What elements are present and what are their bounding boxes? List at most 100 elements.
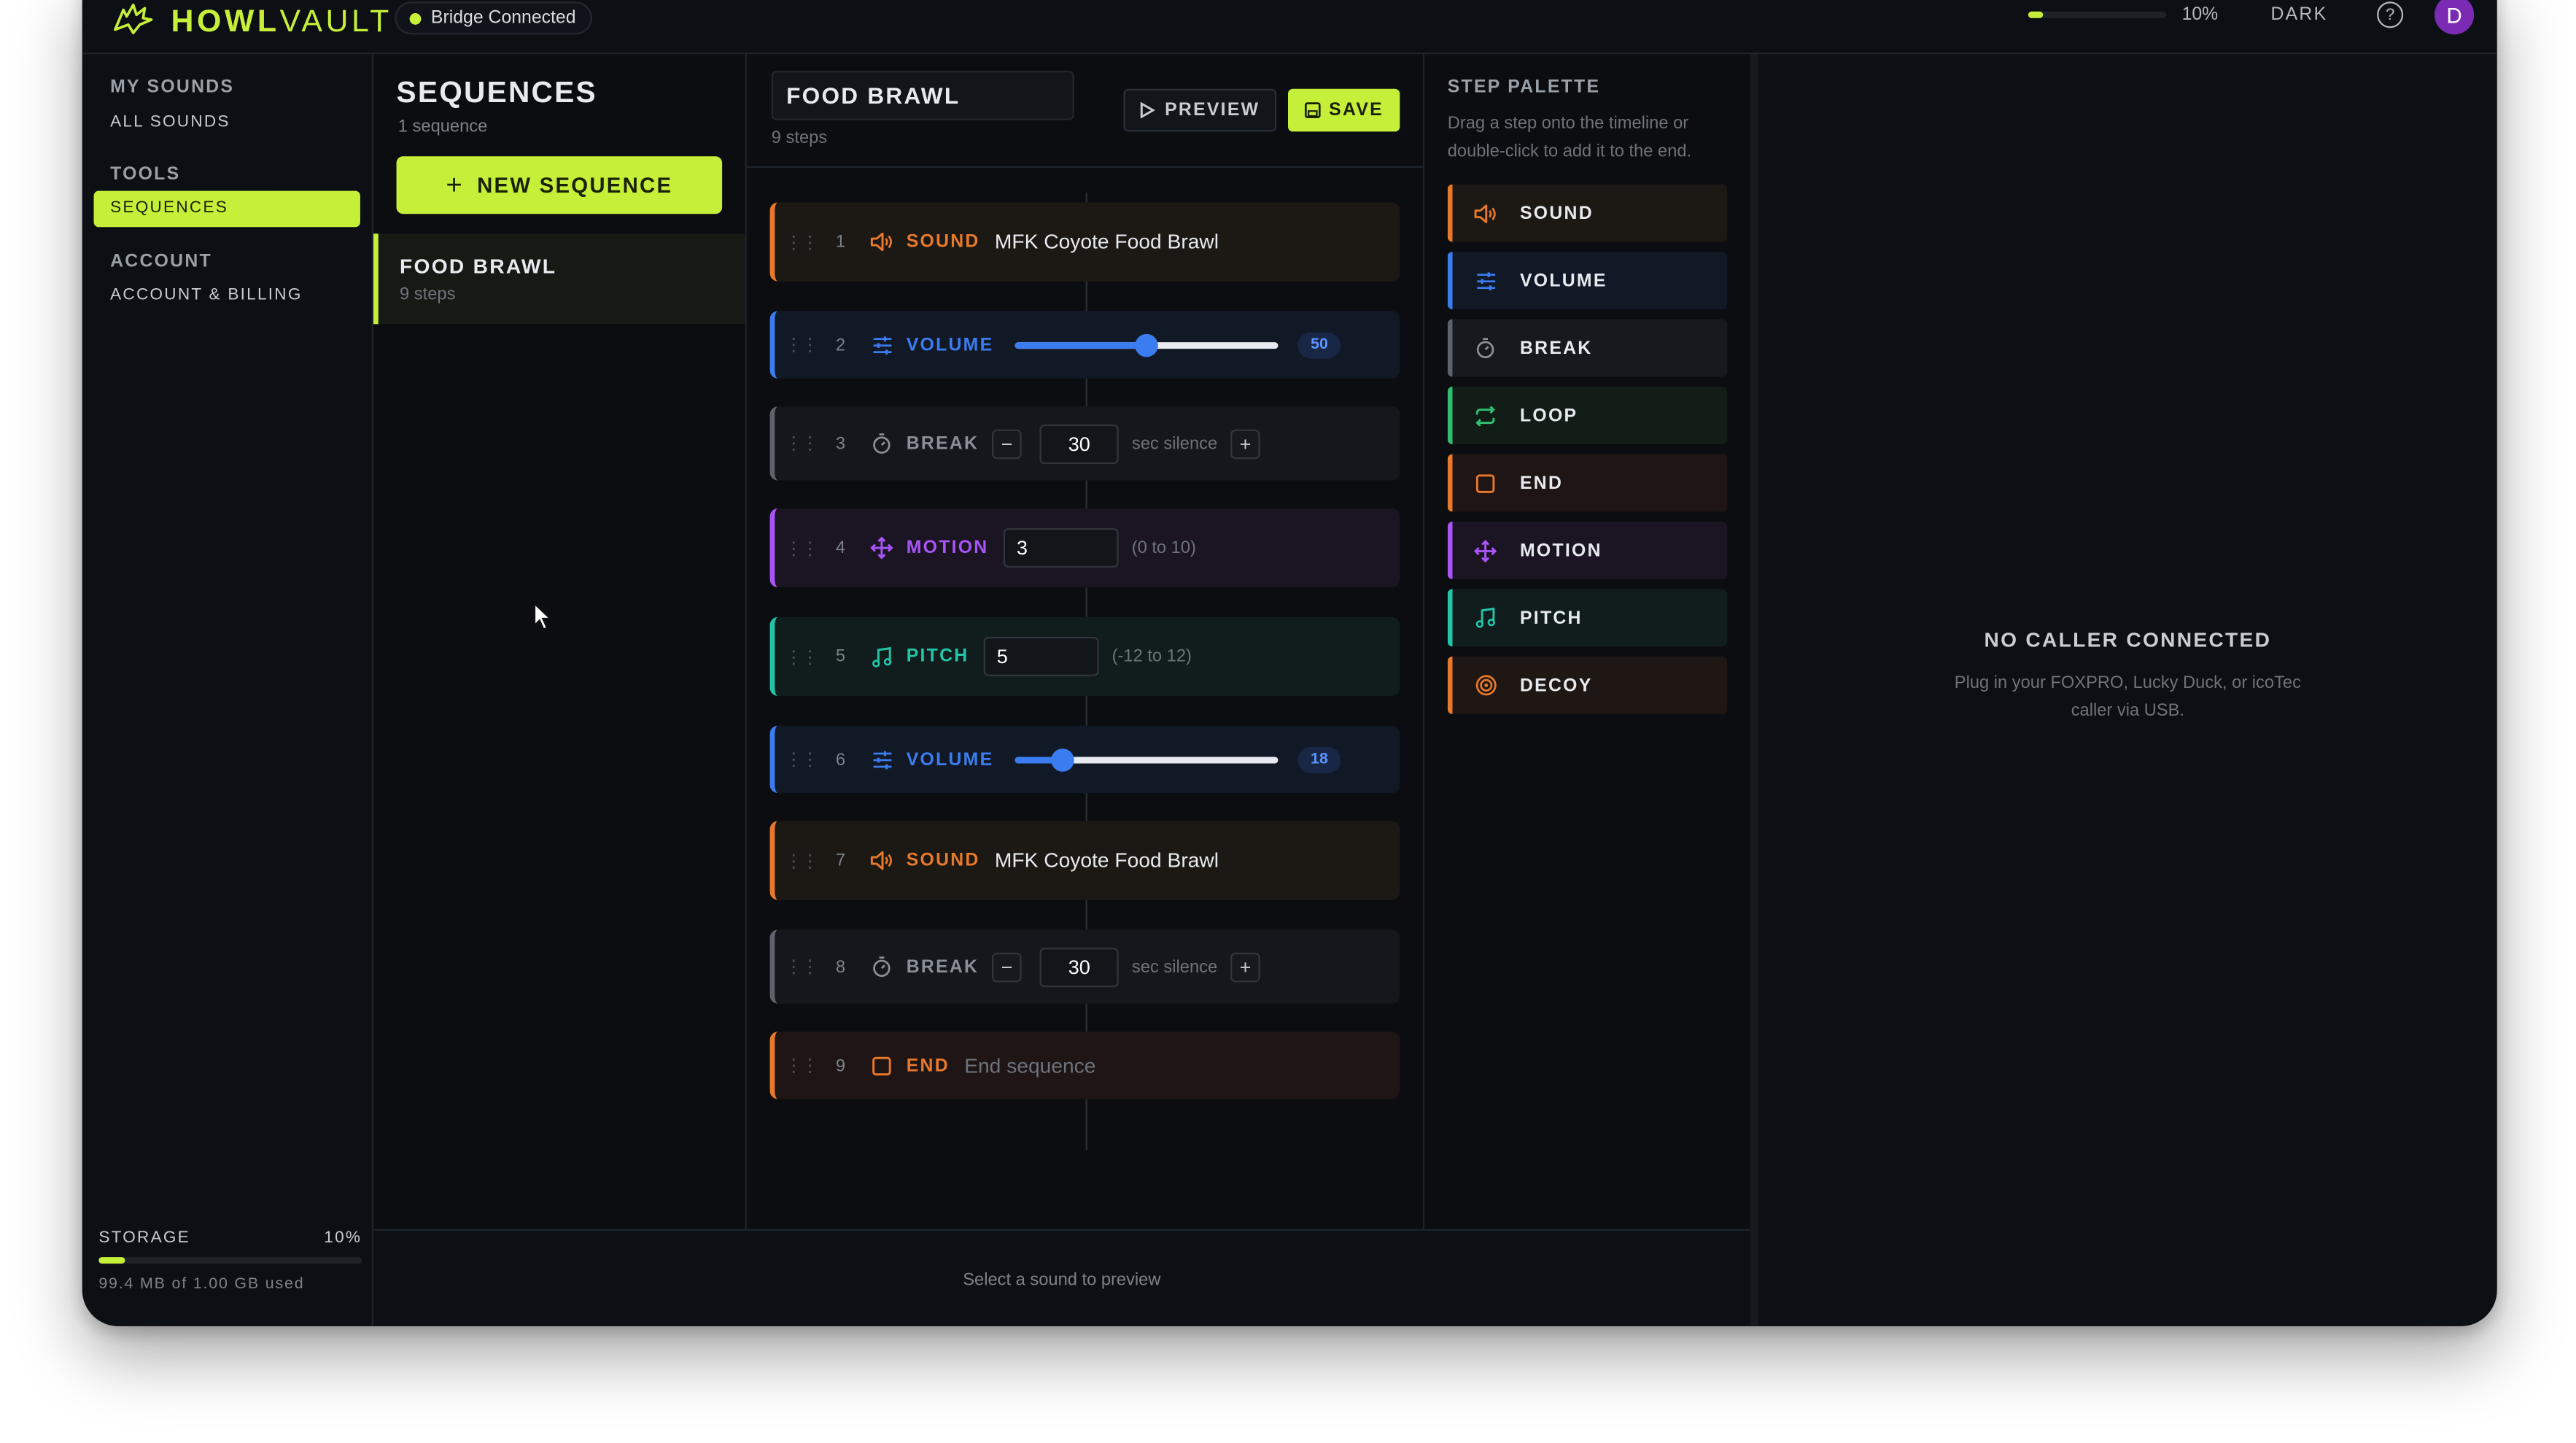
break-unit: sec silence bbox=[1131, 433, 1218, 454]
panel-resize-handle[interactable] bbox=[1750, 54, 1759, 1326]
palette-item-break[interactable]: BREAK bbox=[1447, 319, 1728, 377]
new-sequence-label: NEW SEQUENCE bbox=[477, 172, 673, 198]
caller-status-title: NO CALLER CONNECTED bbox=[1984, 628, 2272, 652]
step-number: 4 bbox=[835, 538, 846, 558]
step-type-label: VOLUME bbox=[906, 749, 994, 770]
palette-item-sound[interactable]: SOUND bbox=[1447, 184, 1728, 242]
pitch-range: (-12 to 12) bbox=[1112, 646, 1192, 667]
sequence-list-item[interactable]: FOOD BRAWL 9 steps bbox=[373, 233, 745, 325]
drag-handle-icon[interactable]: ⋮⋮ bbox=[781, 334, 820, 355]
end-description: End sequence bbox=[964, 1053, 1096, 1078]
sidebar: MY SOUNDS ALL SOUNDS TOOLS SEQUENCES ACC… bbox=[82, 54, 373, 1326]
drag-handle-icon[interactable]: ⋮⋮ bbox=[781, 537, 820, 559]
sequence-name-input[interactable]: FOOD BRAWL bbox=[771, 70, 1074, 120]
step-number: 5 bbox=[835, 646, 846, 667]
palette-item-label: SOUND bbox=[1519, 203, 1594, 223]
drag-handle-icon[interactable]: ⋮⋮ bbox=[781, 646, 820, 667]
motion-value-input[interactable]: 3 bbox=[1003, 527, 1119, 568]
move-arrows-icon bbox=[862, 536, 901, 560]
palette-item-motion[interactable]: MOTION bbox=[1447, 521, 1728, 579]
help-icon[interactable]: ? bbox=[2377, 1, 2404, 28]
palette-item-end[interactable]: END bbox=[1447, 454, 1728, 512]
sidebar-item-sequences[interactable]: SEQUENCES bbox=[93, 190, 360, 228]
drag-handle-icon[interactable]: ⋮⋮ bbox=[781, 956, 820, 978]
palette-item-label: MOTION bbox=[1519, 540, 1602, 560]
editor-header-divider bbox=[746, 166, 1425, 169]
step-break[interactable]: ⋮⋮ 3 BREAK − 30 sec silence + bbox=[769, 406, 1400, 481]
volume-slider-knob[interactable] bbox=[1135, 333, 1158, 357]
storage-mini-pct: 10% bbox=[2181, 4, 2219, 25]
volume-slider-knob[interactable] bbox=[1050, 748, 1074, 771]
step-number: 9 bbox=[835, 1055, 846, 1075]
sidebar-item-all-sounds[interactable]: ALL SOUNDS bbox=[110, 114, 230, 132]
caller-status-description: Plug in your FOXPRO, Lucky Duck, or icoT… bbox=[1954, 673, 2301, 721]
logo[interactable]: HOWLVAULT bbox=[112, 0, 392, 45]
sliders-icon bbox=[1469, 271, 1502, 290]
step-type-label: END bbox=[906, 1055, 950, 1075]
palette-item-label: DECOY bbox=[1519, 675, 1593, 695]
drag-handle-icon[interactable]: ⋮⋮ bbox=[781, 433, 820, 454]
step-sound[interactable]: ⋮⋮ 7 SOUND MFK Coyote Food Brawl bbox=[769, 821, 1400, 900]
motion-range: (0 to 10) bbox=[1131, 538, 1196, 558]
increment-button[interactable]: + bbox=[1230, 951, 1260, 982]
status-dot-icon bbox=[409, 12, 422, 24]
sequence-count: 1 sequence bbox=[397, 117, 488, 137]
preview-label: PREVIEW bbox=[1165, 100, 1260, 120]
break-seconds-input[interactable]: 30 bbox=[1039, 946, 1119, 987]
step-sound[interactable]: ⋮⋮ 1 SOUND MFK Coyote Food Brawl bbox=[769, 202, 1400, 282]
increment-button[interactable]: + bbox=[1230, 428, 1260, 459]
save-button[interactable]: SAVE bbox=[1287, 88, 1400, 132]
drag-handle-icon[interactable]: ⋮⋮ bbox=[781, 850, 820, 871]
bridge-status-text: Bridge Connected bbox=[430, 8, 576, 28]
floppy-icon bbox=[1304, 102, 1321, 118]
palette-item-label: PITCH bbox=[1519, 608, 1583, 628]
new-sequence-button[interactable]: + NEW SEQUENCE bbox=[396, 156, 723, 214]
palette-item-pitch[interactable]: PITCH bbox=[1447, 589, 1728, 647]
volume-slider[interactable] bbox=[1015, 333, 1279, 357]
step-motion[interactable]: ⋮⋮ 4 MOTION 3 (0 to 10) bbox=[769, 508, 1400, 588]
wolf-logo-icon bbox=[112, 0, 155, 45]
drag-handle-icon[interactable]: ⋮⋮ bbox=[781, 1055, 820, 1076]
music-note-icon bbox=[862, 646, 901, 667]
theme-toggle[interactable]: DARK bbox=[2270, 5, 2327, 25]
palette-item-loop[interactable]: LOOP bbox=[1447, 387, 1728, 444]
sidebar-item-account-billing[interactable]: ACCOUNT & BILLING bbox=[110, 286, 303, 304]
step-number: 7 bbox=[835, 851, 846, 871]
sidebar-heading-tools: TOOLS bbox=[110, 164, 181, 185]
step-volume[interactable]: ⋮⋮ 6 VOLUME 18 bbox=[769, 725, 1400, 794]
step-pitch[interactable]: ⋮⋮ 5 PITCH 5 (-12 to 12) bbox=[769, 616, 1400, 697]
palette-item-label: BREAK bbox=[1519, 338, 1593, 358]
storage-bar bbox=[98, 1257, 362, 1264]
stopwatch-icon bbox=[862, 956, 901, 978]
step-end[interactable]: ⋮⋮ 9 END End sequence bbox=[769, 1032, 1400, 1099]
sound-name: MFK Coyote Food Brawl bbox=[994, 848, 1219, 873]
avatar[interactable]: D bbox=[2434, 0, 2475, 35]
step-type-label: BREAK bbox=[906, 956, 979, 977]
sliders-icon bbox=[862, 749, 901, 769]
drag-handle-icon[interactable]: ⋮⋮ bbox=[781, 748, 820, 770]
music-note-icon bbox=[1469, 607, 1502, 628]
move-arrows-icon bbox=[1469, 538, 1502, 562]
stop-square-icon bbox=[1469, 473, 1502, 492]
step-type-label: SOUND bbox=[906, 232, 980, 252]
step-break[interactable]: ⋮⋮ 8 BREAK − 30 sec silence + bbox=[769, 929, 1400, 1004]
decrement-button[interactable]: − bbox=[992, 428, 1022, 459]
step-palette: STEP PALETTE Drag a step onto the timeli… bbox=[1424, 54, 1750, 1229]
step-volume[interactable]: ⋮⋮ 2 VOLUME 50 bbox=[769, 311, 1400, 379]
speaker-icon bbox=[862, 851, 901, 870]
pitch-value-input[interactable]: 5 bbox=[983, 636, 1099, 676]
palette-item-decoy[interactable]: DECOY bbox=[1447, 656, 1728, 714]
step-number: 2 bbox=[835, 334, 846, 355]
sliders-icon bbox=[862, 335, 901, 355]
volume-slider[interactable] bbox=[1015, 748, 1279, 771]
palette-item-volume[interactable]: VOLUME bbox=[1447, 252, 1728, 310]
speaker-icon bbox=[862, 232, 901, 252]
decrement-button[interactable]: − bbox=[992, 951, 1022, 982]
preview-button[interactable]: PREVIEW bbox=[1123, 88, 1277, 132]
drag-handle-icon[interactable]: ⋮⋮ bbox=[781, 231, 820, 252]
sidebar-heading-my-sounds: MY SOUNDS bbox=[110, 77, 235, 98]
logo-wordmark: HOWLVAULT bbox=[171, 4, 392, 39]
break-seconds-input[interactable]: 30 bbox=[1039, 423, 1119, 463]
step-type-label: SOUND bbox=[906, 851, 980, 871]
volume-slider-fill bbox=[1015, 341, 1147, 349]
